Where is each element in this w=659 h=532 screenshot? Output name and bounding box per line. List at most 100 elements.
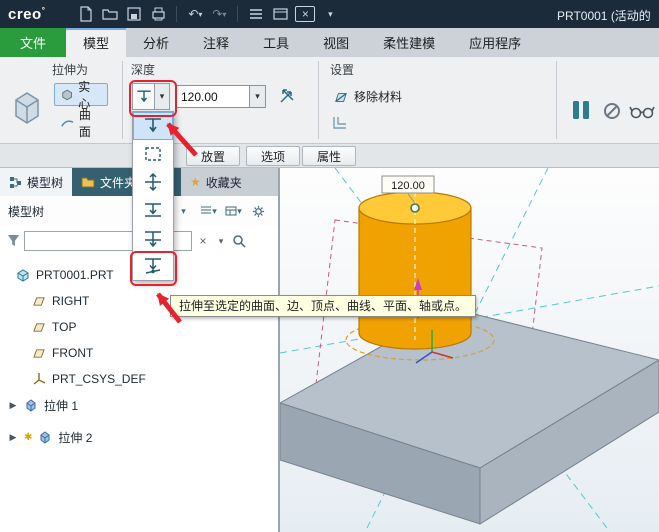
tree-row-datum-front[interactable]: FRONT — [0, 340, 278, 366]
document-title: PRT0001 (活动的 — [557, 9, 651, 23]
redo-icon[interactable]: ↷ ▾ — [210, 4, 228, 24]
verify-glasses-icon[interactable] — [628, 101, 656, 121]
undo-icon[interactable]: ↶ ▾ — [186, 4, 204, 24]
tab-analysis[interactable]: 分析 — [126, 28, 186, 57]
datum-plane-icon — [33, 322, 45, 332]
title-bar: creo° ↶ ▾ ↷ ▾ × ▾ PRT0001 (活动的 — [0, 0, 659, 28]
tab-model[interactable]: 模型 — [66, 28, 127, 57]
depth-option-to-selected[interactable] — [133, 252, 173, 280]
datum-plane-icon — [33, 348, 45, 358]
main-area: 模型树 文件夹浏览器 ★ 收藏夹 模型树 ▾ ▾ ▾ — [0, 168, 659, 532]
3d-scene: 120.00 — [280, 168, 659, 532]
save-icon[interactable] — [125, 4, 143, 24]
tab-tools[interactable]: 工具 — [246, 28, 306, 57]
ribbon-tab-bar: 文件 模型 分析 注释 工具 视图 柔性建模 应用程序 — [0, 28, 659, 57]
tab-favorites[interactable]: ★ 收藏夹 — [181, 168, 251, 196]
tree-row-datum-top[interactable]: TOP — [0, 314, 278, 340]
depth-drag-handle[interactable] — [410, 203, 420, 213]
creo-window: creo° ↶ ▾ ↷ ▾ × ▾ PRT0001 (活动的 文件 模型 分析 … — [0, 0, 659, 532]
tab-flexible-modeling[interactable]: 柔性建模 — [366, 28, 452, 57]
dashboard-tab-strip: 放置 选项 属性 — [0, 144, 659, 168]
solid-button[interactable]: 实心 — [54, 80, 108, 111]
open-icon[interactable] — [101, 4, 119, 24]
tab-annotate[interactable]: 注释 — [186, 28, 246, 57]
pause-icon[interactable] — [568, 97, 594, 123]
group-label-depth: 深度 — [131, 63, 156, 77]
group-separator — [122, 61, 123, 139]
depth-value-combo: ▾ — [176, 85, 266, 108]
dimension-value[interactable]: 120.00 — [391, 180, 425, 192]
filter-chevron-down-icon[interactable]: ▾ — [214, 236, 228, 247]
thicken-sketch-icon[interactable] — [330, 113, 350, 131]
depth-type-blind-icon[interactable] — [132, 83, 155, 110]
model-tree-icon — [10, 176, 21, 188]
no-preview-icon[interactable] — [602, 101, 622, 121]
group-separator — [318, 61, 319, 139]
blind-depth-icon — [145, 118, 161, 133]
star-icon: ★ — [190, 175, 201, 189]
surface-button[interactable]: 曲面 — [54, 108, 108, 139]
remove-material-button[interactable]: 移除材料 — [326, 85, 409, 108]
datum-plane-icon — [33, 296, 45, 306]
titlebar-separator — [237, 6, 239, 22]
tree-row-extrude-1[interactable]: ▶ 拉伸 1 — [0, 392, 278, 418]
tab-view[interactable]: 视图 — [306, 28, 366, 57]
depth-option-through-all[interactable] — [133, 224, 173, 252]
model-tree: PRT0001.PRT RIGHT TOP FRONT PRT_CSYS_DEF — [0, 256, 278, 450]
depth-type-split-button[interactable]: ▾ — [132, 83, 170, 110]
folder-icon — [81, 177, 95, 188]
new-document-icon[interactable] — [77, 4, 95, 24]
csys-icon — [33, 373, 46, 385]
depth-type-dropdown-arrow[interactable]: ▾ — [155, 83, 170, 110]
titlebar-separator — [176, 6, 178, 22]
symmetric-depth-icon — [145, 172, 161, 192]
dashboard-tab-placement[interactable]: 放置 — [186, 146, 241, 166]
to-selected-depth-icon — [145, 258, 161, 274]
tab-applications[interactable]: 应用程序 — [452, 28, 538, 57]
expander-icon[interactable]: ▶ — [8, 432, 18, 443]
extrude-feature-icon — [8, 79, 46, 133]
extrude-dashboard: 拉伸为 实心 曲面 深度 ▾ ▾ 设置 移除材料 — [0, 57, 659, 144]
extrude-icon — [40, 431, 50, 444]
print-icon[interactable] — [149, 4, 167, 24]
list-icon[interactable] — [247, 4, 265, 24]
window-icon[interactable] — [271, 4, 289, 24]
titlebar-chevron-down-icon[interactable]: ▾ — [321, 4, 339, 24]
filter-clear-icon[interactable]: × — [196, 234, 210, 248]
remove-material-icon — [335, 92, 347, 102]
depth-option-symmetric[interactable] — [133, 168, 173, 196]
depth-option-blind[interactable] — [133, 112, 173, 140]
graphics-viewport[interactable]: 120.00 — [280, 168, 659, 532]
tab-model-tree[interactable]: 模型树 — [0, 168, 73, 196]
depth-option-to-next[interactable] — [133, 196, 173, 224]
tab-file[interactable]: 文件 — [0, 28, 67, 57]
tree-row-extrude-2[interactable]: ▶ ✱ 拉伸 2 — [0, 424, 278, 450]
active-feature-asterisk-icon: ✱ — [24, 431, 33, 443]
filter-funnel-icon[interactable] — [6, 234, 20, 248]
extrude-icon — [26, 399, 36, 412]
group-label-extrude-as: 拉伸为 — [52, 63, 89, 77]
flip-direction-icon[interactable] — [276, 85, 298, 107]
tree-row-csys[interactable]: PRT_CSYS_DEF — [0, 366, 278, 392]
tooltip: 拉伸至选定的曲面、边、顶点、曲线、平面、轴或点。 — [170, 295, 477, 317]
tree-show-menu-icon[interactable]: ▾ — [197, 201, 220, 222]
depth-value-input[interactable] — [176, 85, 250, 108]
surface-icon — [61, 119, 74, 127]
tree-expand-menu-icon[interactable]: ▾ — [172, 201, 195, 222]
close-window-icon[interactable]: × — [295, 6, 316, 22]
solid-icon — [62, 89, 72, 101]
part-icon — [17, 269, 29, 282]
group-label-settings: 设置 — [330, 63, 355, 77]
depth-value-dropdown-arrow[interactable]: ▾ — [250, 85, 266, 108]
expander-icon[interactable]: ▶ — [8, 400, 18, 411]
filter-search-icon[interactable] — [232, 234, 246, 248]
depth-options-dropdown — [132, 111, 174, 281]
through-all-depth-icon — [145, 231, 161, 248]
dashboard-tab-options[interactable]: 选项 — [246, 146, 301, 166]
tree-settings-gear-icon[interactable] — [247, 201, 270, 222]
tree-filters-icon[interactable]: ▾ — [222, 201, 245, 222]
model-tree-title: 模型树 — [8, 204, 45, 219]
group-separator — [556, 61, 557, 139]
depth-option-boxed[interactable] — [133, 140, 173, 168]
dashboard-tab-properties[interactable]: 属性 — [302, 146, 357, 166]
